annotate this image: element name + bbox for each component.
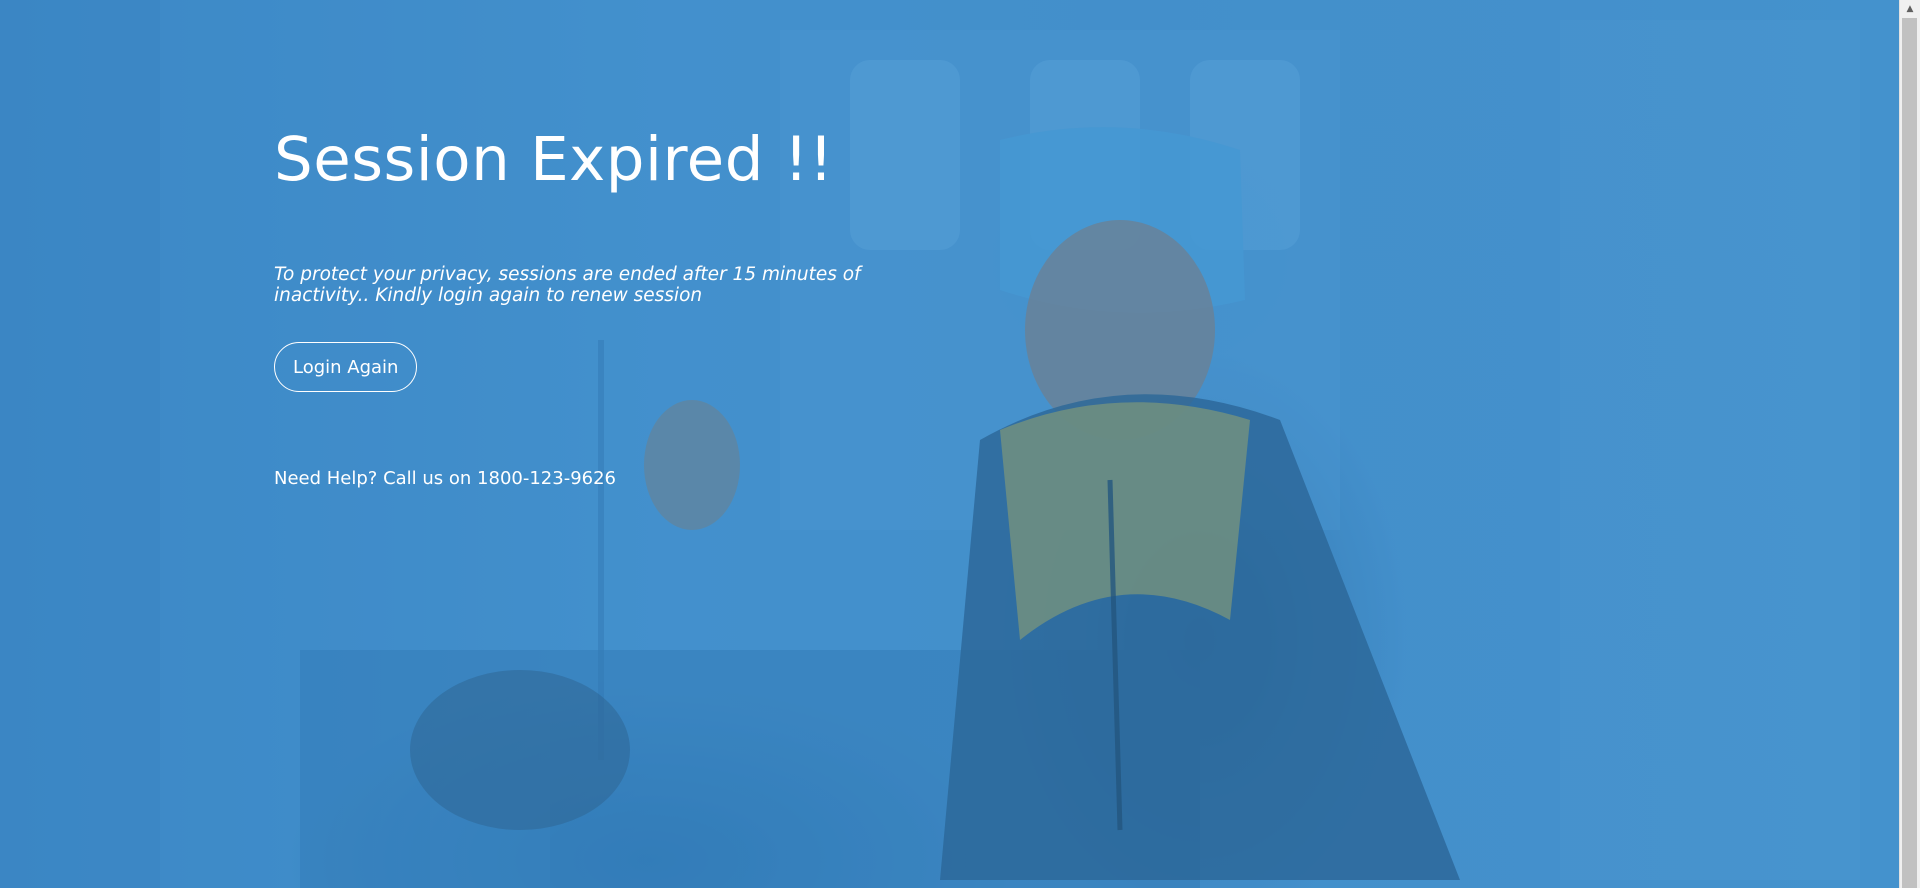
session-expired-content: Session Expired !! To protect your priva…: [274, 120, 954, 489]
login-again-button[interactable]: Login Again: [274, 342, 418, 392]
vertical-scrollbar[interactable]: ▲: [1899, 0, 1920, 888]
session-expired-page: Session Expired !! To protect your priva…: [0, 0, 1920, 888]
chevron-up-icon[interactable]: ▲: [1900, 0, 1920, 17]
page-title: Session Expired !!: [274, 124, 834, 195]
help-text: Need Help? Call us on 1800-123-9626: [274, 468, 617, 489]
session-description: To protect your privacy, sessions are en…: [274, 264, 861, 306]
scrollbar-thumb[interactable]: [1902, 18, 1917, 888]
